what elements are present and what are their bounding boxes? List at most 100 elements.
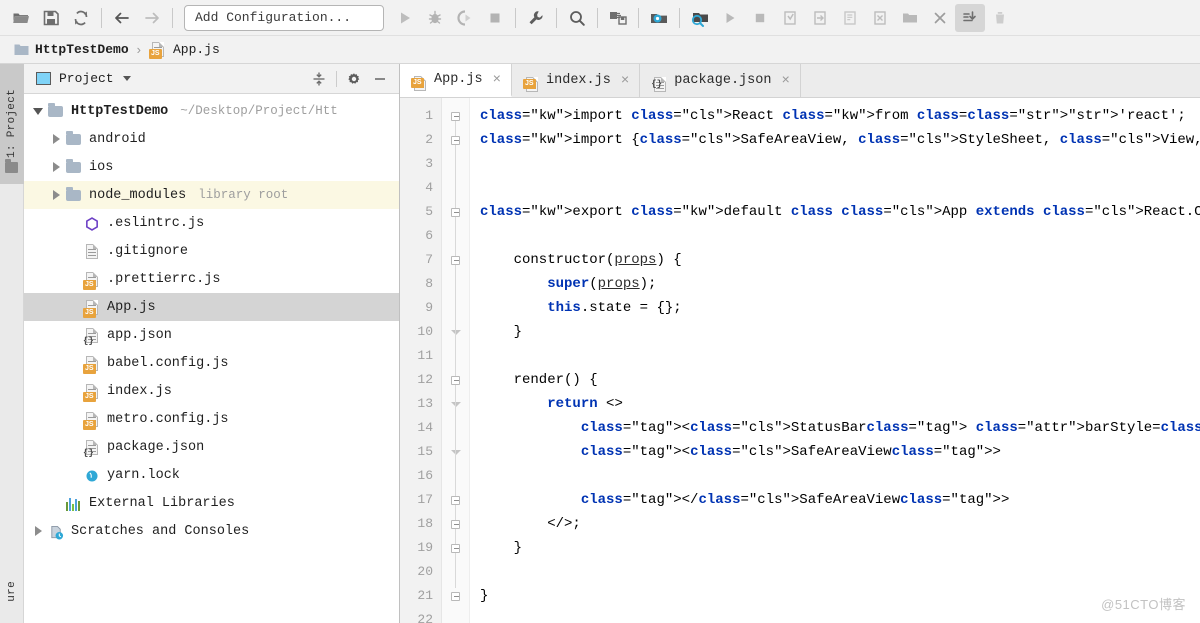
gutter-blank [442, 608, 469, 623]
device-log-icon[interactable] [835, 4, 865, 32]
tree-item-app-json[interactable]: {} app.json [24, 321, 399, 349]
device-run-icon[interactable] [715, 4, 745, 32]
tree-item-babel-config-js[interactable]: JS babel.config.js [24, 349, 399, 377]
wrench-icon[interactable] [521, 4, 551, 32]
collapse-all-icon[interactable] [306, 67, 332, 91]
line-number: 13 [417, 396, 433, 411]
sort-download-icon[interactable] [955, 3, 985, 32]
chevron-right-icon[interactable] [30, 517, 46, 545]
code-line[interactable]: class="kw">import class="cls">React clas… [470, 104, 1200, 128]
editor-tab-app-js[interactable]: JS App.js × [400, 64, 513, 97]
tree-item-app-js[interactable]: JS App.js [24, 293, 399, 321]
tree-item-label: .gitignore [107, 243, 189, 259]
code-line[interactable] [470, 344, 1200, 368]
folder-icon[interactable] [895, 4, 925, 32]
tree-item-yarn-lock[interactable]: yarn.lock [24, 461, 399, 489]
editor-tab-label: index.js [546, 73, 611, 88]
tree-item-index-js[interactable]: JS index.js [24, 377, 399, 405]
tree-item-ios[interactable]: ios [24, 153, 399, 181]
code-line[interactable]: this.state = {}; [470, 296, 1200, 320]
open-folder-icon[interactable] [6, 4, 36, 32]
run-icon[interactable] [390, 4, 420, 32]
close-icon[interactable]: × [781, 73, 789, 89]
code-line[interactable]: class="tag"></class="cls">SafeAreaViewcl… [470, 488, 1200, 512]
tree-item-node-modules[interactable]: node_modules library root [24, 181, 399, 209]
watermark: @51CTO博客 [1101, 597, 1186, 612]
device-stop-icon[interactable] [745, 4, 775, 32]
tree-item-label: HttpTestDemo [71, 103, 169, 119]
gear-icon[interactable] [341, 67, 367, 91]
code-line[interactable] [470, 464, 1200, 488]
code-line[interactable]: } [470, 584, 1200, 608]
chevron-right-icon[interactable] [48, 153, 64, 181]
code-line[interactable] [470, 224, 1200, 248]
toolbar-divider [515, 7, 516, 28]
code-line[interactable]: render() { [470, 368, 1200, 392]
sync-icon[interactable] [66, 4, 96, 32]
search-icon[interactable] [562, 4, 592, 32]
code-content[interactable]: class="kw">import class="cls">React clas… [470, 98, 1200, 623]
chevron-right-icon[interactable] [48, 125, 64, 153]
trash-icon[interactable] [985, 4, 1015, 32]
close-icon[interactable]: × [493, 72, 501, 88]
tree-item-external-libraries[interactable]: External Libraries [24, 489, 399, 517]
toolbar-divider [556, 7, 557, 28]
code-line[interactable] [470, 560, 1200, 584]
rail-tab-structure[interactable]: ure [0, 563, 24, 619]
tree-item-label: App.js [107, 299, 156, 315]
chevron-down-icon[interactable] [122, 76, 131, 81]
run-coverage-icon[interactable] [450, 4, 480, 32]
code-line[interactable]: </>; [470, 512, 1200, 536]
code-line[interactable] [470, 152, 1200, 176]
code-line[interactable]: } [470, 536, 1200, 560]
code-editor[interactable]: 1234567891011121314151617181920212223 cl… [400, 98, 1200, 623]
tree-item--eslintrc-js[interactable]: .eslintrc.js [24, 209, 399, 237]
debug-icon[interactable] [420, 4, 450, 32]
code-line[interactable]: class="kw">export class="kw">default cla… [470, 200, 1200, 224]
save-all-icon[interactable] [36, 4, 66, 32]
tree-item-metro-config-js[interactable]: JS metro.config.js [24, 405, 399, 433]
breadcrumb-item-project[interactable]: HttpTestDemo [14, 42, 129, 57]
line-number: 5 [425, 204, 433, 219]
chevron-right-icon[interactable] [48, 181, 64, 209]
code-folding-gutter[interactable] [442, 98, 470, 623]
js-file-icon: JS [522, 70, 540, 92]
device-install-icon[interactable] [775, 4, 805, 32]
profiler-icon[interactable] [685, 4, 715, 32]
tree-item-scratches-and-consoles[interactable]: Scratches and Consoles [24, 517, 399, 545]
device-clear-icon[interactable] [865, 4, 895, 32]
close-icon[interactable]: × [621, 73, 629, 89]
stop-icon[interactable] [480, 4, 510, 32]
breadcrumb-item-file[interactable]: JS App.js [148, 41, 220, 59]
close-icon[interactable] [925, 4, 955, 32]
line-number: 9 [425, 300, 433, 315]
tree-item--prettierrc-js[interactable]: JS .prettierrc.js [24, 265, 399, 293]
editor-tab-package-json[interactable]: {} package.json × [640, 64, 801, 97]
code-line[interactable]: class="tag"><class="cls">StatusBarclass=… [470, 416, 1200, 440]
back-arrow-icon[interactable] [107, 4, 137, 32]
code-line[interactable] [470, 608, 1200, 623]
code-line[interactable]: class="tag"><class="cls">SafeAreaViewcla… [470, 440, 1200, 464]
toolbar-divider [101, 7, 102, 28]
tree-item-android[interactable]: android [24, 125, 399, 153]
tree-item-package-json[interactable]: {} package.json [24, 433, 399, 461]
line-number: 1 [425, 108, 433, 123]
avd-manager-icon[interactable] [644, 4, 674, 32]
code-line[interactable]: super(props); [470, 272, 1200, 296]
chevron-down-icon[interactable] [30, 97, 46, 125]
minimize-icon[interactable] [367, 67, 393, 91]
run-configuration-selector[interactable]: Add Configuration... [184, 4, 384, 31]
tree-item--gitignore[interactable]: .gitignore [24, 237, 399, 265]
code-line[interactable]: constructor(props) { [470, 248, 1200, 272]
editor-tab-index-js[interactable]: JS index.js × [512, 64, 641, 97]
sdk-manager-icon[interactable] [603, 4, 633, 32]
code-line[interactable]: } [470, 320, 1200, 344]
line-number: 15 [417, 444, 433, 459]
forward-arrow-icon[interactable] [137, 4, 167, 32]
code-line[interactable] [470, 176, 1200, 200]
code-line[interactable]: return <> [470, 392, 1200, 416]
tree-item-label: .eslintrc.js [107, 215, 205, 231]
code-line[interactable]: class="kw">import {class="cls">SafeAreaV… [470, 128, 1200, 152]
tree-item-httptestdemo[interactable]: HttpTestDemo ~/Desktop/Project/Htt [24, 97, 399, 125]
device-export-icon[interactable] [805, 4, 835, 32]
